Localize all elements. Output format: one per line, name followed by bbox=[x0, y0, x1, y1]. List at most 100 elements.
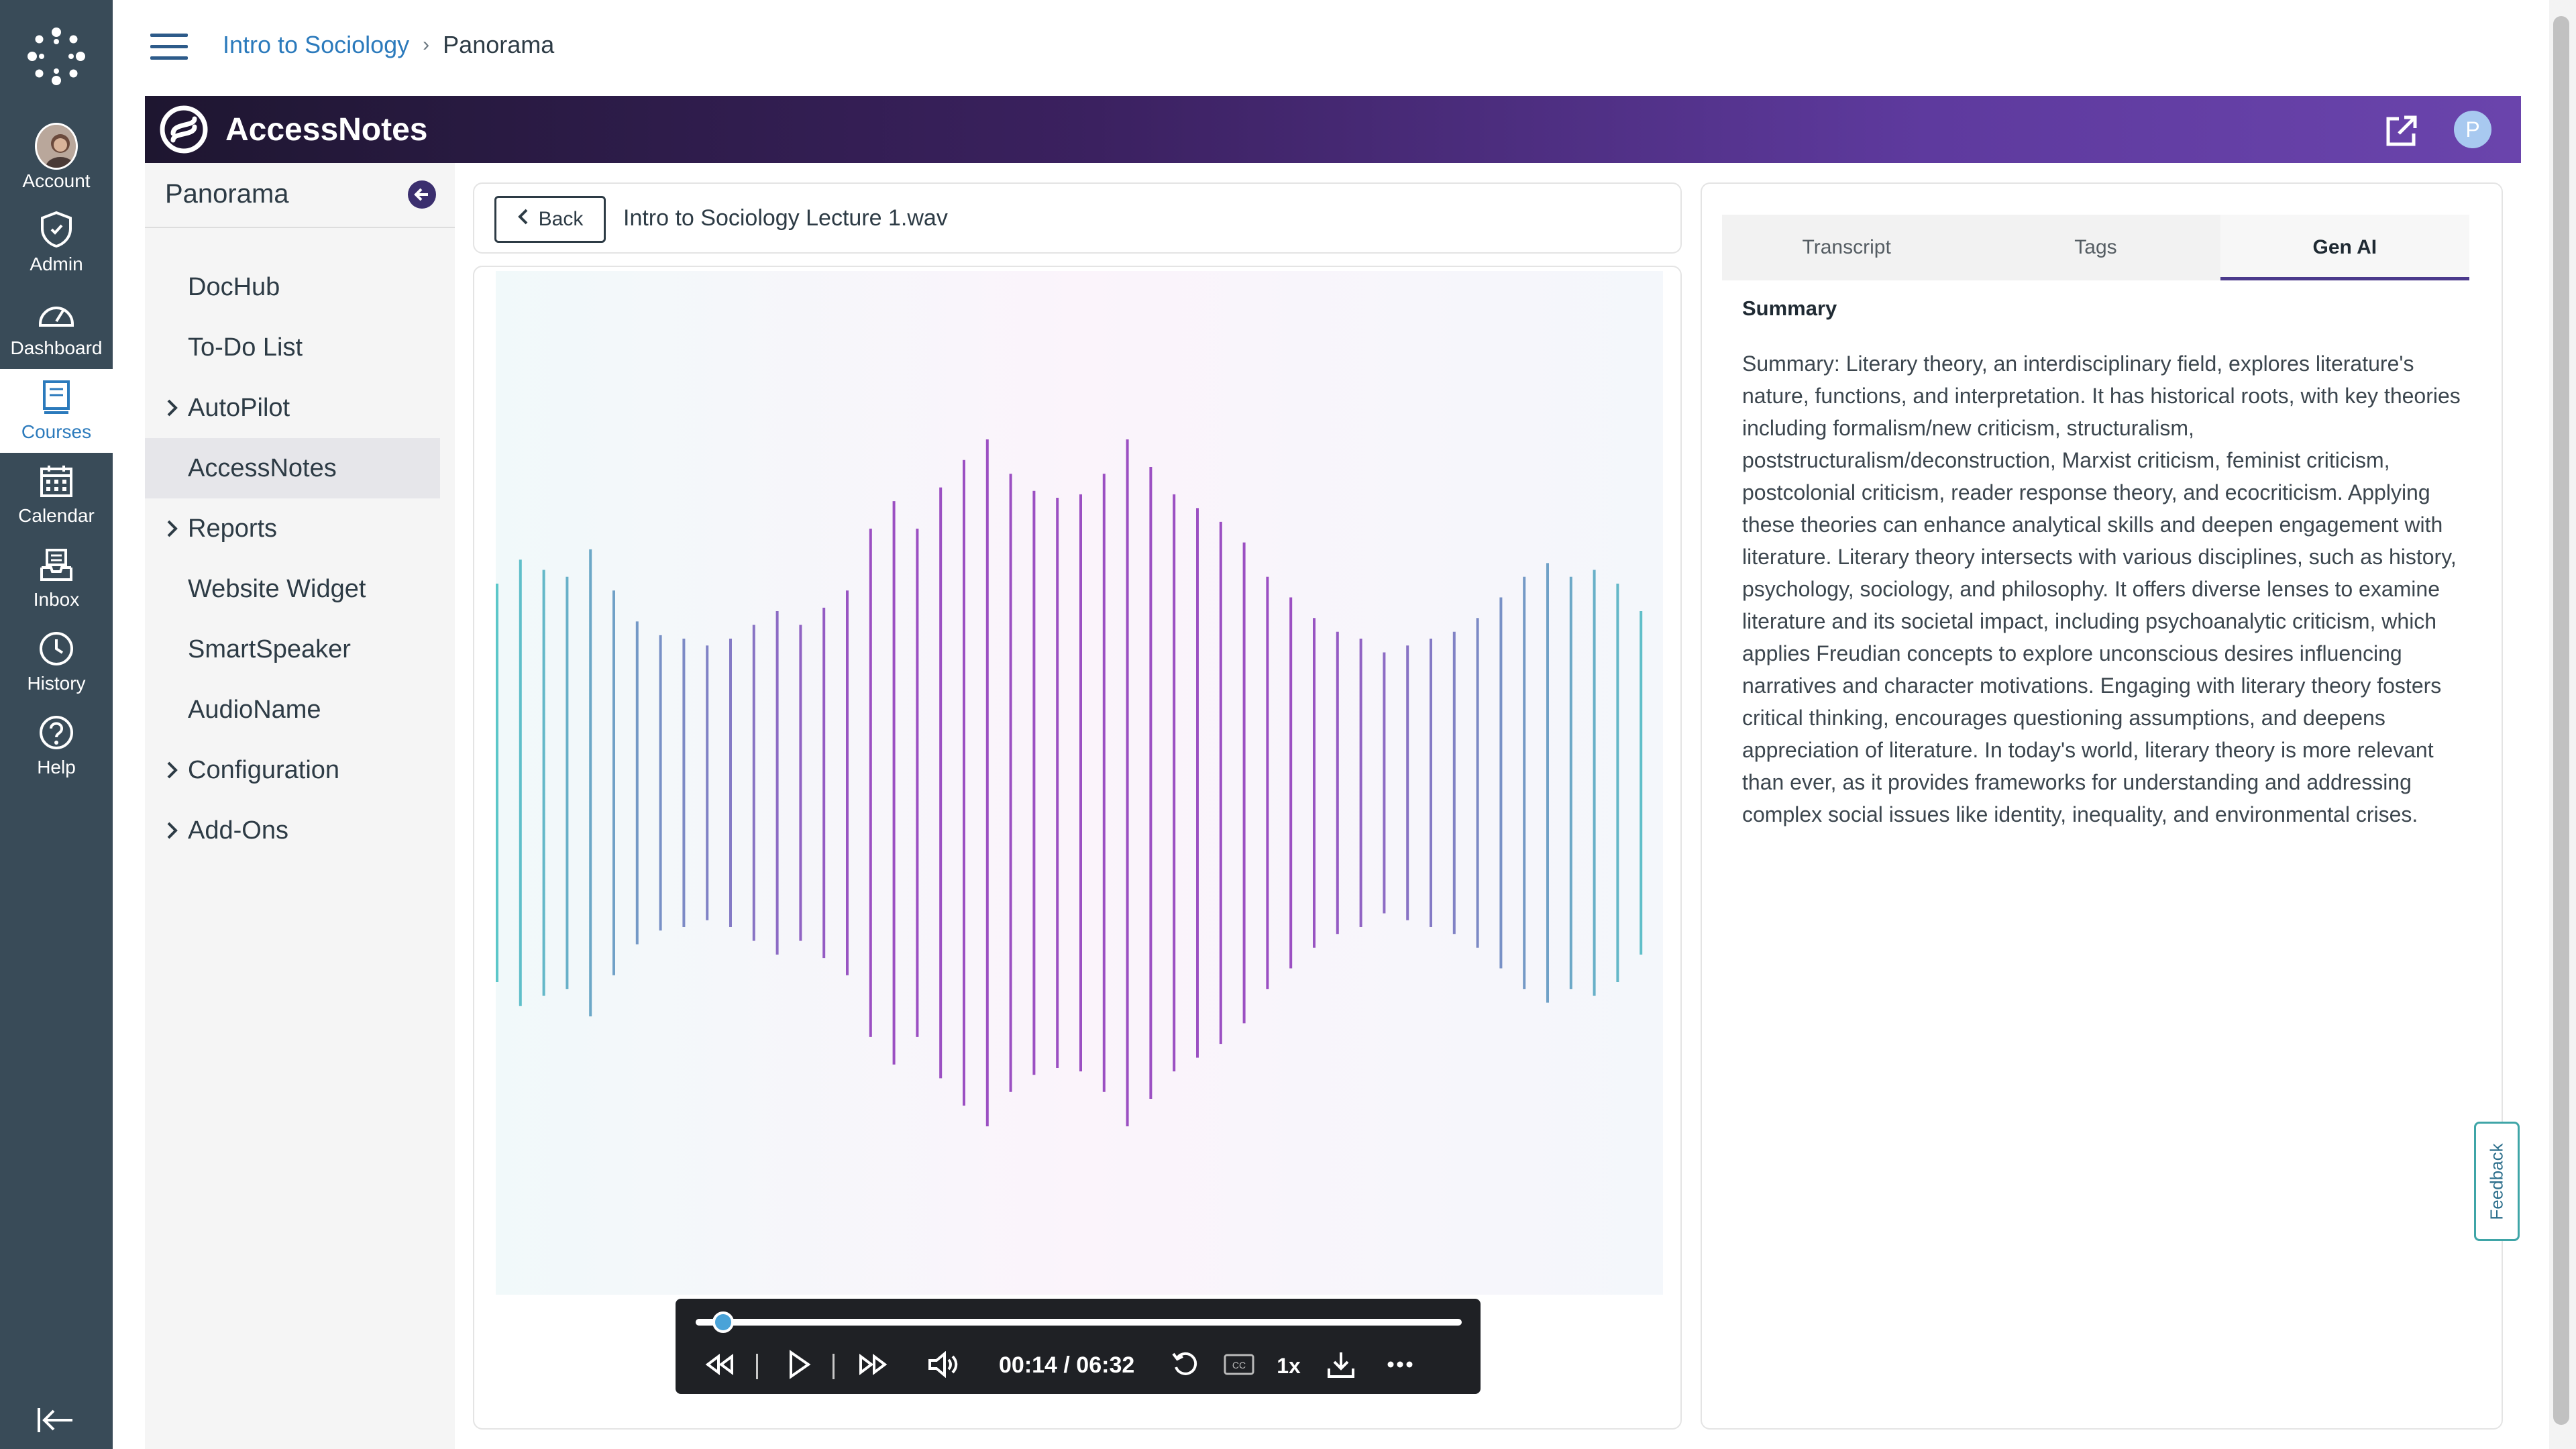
app-title: AccessNotes bbox=[225, 111, 428, 148]
captions-icon: CC bbox=[1223, 1352, 1255, 1380]
playback-speed-button[interactable]: 1x bbox=[1269, 1347, 1309, 1385]
course-nav-item-todo[interactable]: To-Do List bbox=[145, 317, 440, 378]
svg-text:CC: CC bbox=[1232, 1360, 1246, 1371]
course-nav-item-add-ons[interactable]: Add-Ons bbox=[145, 800, 440, 861]
nav-label: Dashboard bbox=[10, 337, 103, 358]
fast-forward-icon bbox=[857, 1352, 889, 1380]
course-nav-label: AccessNotes bbox=[188, 453, 337, 482]
back-label: Back bbox=[538, 208, 584, 230]
file-bar: Back Intro to Sociology Lecture 1.wav bbox=[473, 182, 1682, 254]
chevron-right-icon bbox=[145, 519, 188, 539]
nav-history[interactable]: History bbox=[0, 621, 113, 704]
seek-thumb[interactable] bbox=[712, 1311, 735, 1333]
separator bbox=[756, 1354, 758, 1379]
nav-calendar[interactable]: Calendar bbox=[0, 453, 113, 537]
tab-gen-ai[interactable]: Gen AI bbox=[2220, 215, 2470, 280]
nav-label: Account bbox=[22, 170, 91, 191]
course-nav-item-smartspeaker[interactable]: SmartSpeaker bbox=[145, 619, 440, 680]
time-display: 00:14 / 06:32 bbox=[999, 1352, 1135, 1378]
course-nav-item-configuration[interactable]: Configuration bbox=[145, 740, 440, 800]
page-scrollbar[interactable] bbox=[2549, 0, 2576, 1449]
course-nav-item-reports[interactable]: Reports bbox=[145, 498, 440, 559]
course-nav-item-dochub[interactable]: DocHub bbox=[145, 257, 440, 317]
download-icon bbox=[1326, 1350, 1356, 1383]
nav-courses[interactable]: Courses bbox=[0, 369, 113, 453]
volume-button[interactable] bbox=[924, 1347, 964, 1385]
course-nav-label: DocHub bbox=[188, 272, 280, 301]
course-nav-label: Configuration bbox=[188, 755, 340, 784]
course-nav: Panorama DocHub To-Do List AutoPilot Acc… bbox=[145, 163, 455, 1449]
course-nav-item-website-widget[interactable]: Website Widget bbox=[145, 559, 440, 619]
nav-dashboard[interactable]: Dashboard bbox=[0, 285, 113, 369]
captions-button[interactable]: CC bbox=[1219, 1347, 1259, 1385]
replay-button[interactable] bbox=[1165, 1347, 1205, 1385]
summary-text: Summary: Literary theory, an interdiscip… bbox=[1742, 352, 2461, 826]
user-avatar[interactable]: P bbox=[2454, 111, 2491, 148]
dashboard-icon bbox=[35, 292, 78, 335]
nav-label: History bbox=[27, 673, 86, 694]
chevron-right-icon bbox=[145, 820, 188, 841]
nav-label: Inbox bbox=[33, 589, 80, 610]
chevron-right-icon bbox=[145, 398, 188, 418]
collapse-sidebar-icon[interactable] bbox=[408, 180, 436, 209]
volume-icon bbox=[927, 1350, 961, 1381]
divider bbox=[145, 227, 455, 228]
breadcrumb-current: Panorama bbox=[443, 31, 555, 58]
courses-icon bbox=[35, 376, 78, 419]
rewind-button[interactable] bbox=[700, 1347, 740, 1385]
waveform bbox=[496, 271, 1663, 1295]
gen-ai-panel: Transcript Tags Gen AI Summary Summary: … bbox=[1701, 182, 2503, 1430]
course-nav-label: AudioName bbox=[188, 695, 321, 724]
audio-player: 00:14 / 06:32 CC 1x bbox=[473, 266, 1682, 1430]
nav-label: Help bbox=[37, 757, 76, 777]
shield-icon bbox=[35, 208, 78, 251]
course-nav-item-autopilot[interactable]: AutoPilot bbox=[145, 378, 440, 438]
feedback-button[interactable]: Feedback bbox=[2474, 1122, 2520, 1241]
nav-label: Admin bbox=[30, 254, 83, 274]
course-nav-label: Add-Ons bbox=[188, 816, 288, 845]
course-nav-label: SmartSpeaker bbox=[188, 635, 351, 663]
chevron-left-icon bbox=[517, 207, 529, 231]
tab-bar: Transcript Tags Gen AI bbox=[1722, 215, 2470, 280]
nav-help[interactable]: Help bbox=[0, 704, 113, 788]
scrollbar-thumb[interactable] bbox=[2553, 16, 2569, 1425]
nav-label: Calendar bbox=[18, 505, 95, 526]
clock-icon bbox=[35, 627, 78, 670]
play-icon bbox=[786, 1349, 812, 1383]
chevron-right-icon bbox=[145, 760, 188, 780]
more-options-button[interactable] bbox=[1380, 1347, 1420, 1385]
back-button[interactable]: Back bbox=[494, 196, 606, 243]
course-nav-label: To-Do List bbox=[188, 333, 303, 362]
nav-inbox[interactable]: Inbox bbox=[0, 537, 113, 621]
open-external-icon[interactable] bbox=[2383, 112, 2420, 150]
course-nav-label: Reports bbox=[188, 514, 278, 543]
player-controls: 00:14 / 06:32 CC 1x bbox=[676, 1299, 1481, 1394]
nav-admin[interactable]: Admin bbox=[0, 201, 113, 285]
global-nav: Account Admin Dashboard Courses Calendar… bbox=[0, 0, 113, 1449]
course-nav-label: AutoPilot bbox=[188, 393, 290, 422]
replay-icon bbox=[1171, 1350, 1200, 1383]
breadcrumb: Intro to Sociology › Panorama bbox=[223, 28, 554, 62]
breadcrumb-separator: › bbox=[423, 34, 430, 56]
canvas-logo-icon[interactable] bbox=[24, 24, 89, 89]
breadcrumb-course-link[interactable]: Intro to Sociology bbox=[223, 31, 409, 59]
collapse-nav-icon[interactable] bbox=[34, 1399, 76, 1442]
download-button[interactable] bbox=[1321, 1347, 1361, 1385]
course-nav-item-accessnotes[interactable]: AccessNotes bbox=[145, 438, 440, 498]
seek-bar[interactable] bbox=[696, 1311, 1462, 1333]
nav-label: Courses bbox=[21, 421, 92, 442]
more-horizontal-icon bbox=[1387, 1360, 1413, 1372]
waveform-bars bbox=[496, 439, 1643, 1126]
rewind-icon bbox=[704, 1352, 736, 1380]
separator bbox=[833, 1354, 835, 1379]
nav-account[interactable]: Account bbox=[0, 118, 113, 202]
help-icon bbox=[35, 711, 78, 754]
course-nav-label: Website Widget bbox=[188, 574, 366, 603]
fast-forward-button[interactable] bbox=[853, 1347, 893, 1385]
summary-heading: Summary bbox=[1742, 297, 1837, 320]
course-nav-item-audioname[interactable]: AudioName bbox=[145, 680, 440, 740]
menu-toggle-icon[interactable] bbox=[150, 34, 188, 63]
tab-tags[interactable]: Tags bbox=[1971, 215, 2220, 280]
play-button[interactable] bbox=[779, 1347, 819, 1385]
tab-transcript[interactable]: Transcript bbox=[1722, 215, 1971, 280]
